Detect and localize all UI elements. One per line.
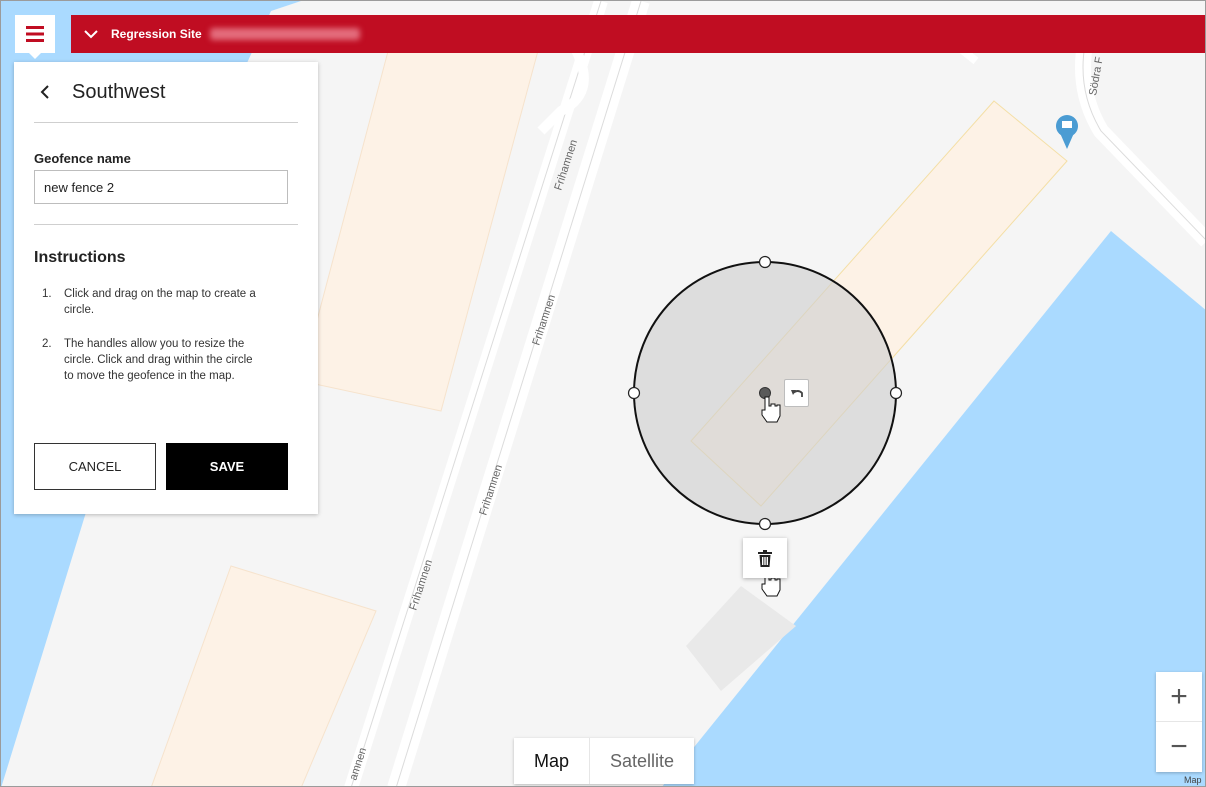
map-attribution[interactable]: Map — [1184, 775, 1202, 785]
undo-icon — [790, 390, 803, 397]
site-name-redacted — [209, 28, 360, 40]
chevron-left-icon — [40, 85, 49, 99]
trash-icon — [758, 549, 772, 567]
back-button[interactable] — [34, 77, 68, 107]
panel-title: Southwest — [72, 80, 166, 103]
panel-header: Southwest — [34, 62, 298, 123]
zoom-control: + − — [1156, 672, 1202, 772]
delete-geofence-button[interactable] — [743, 538, 787, 578]
instruction-text: Click and drag on the map to create a ci… — [64, 288, 256, 316]
site-selector-button[interactable] — [71, 15, 111, 53]
instruction-number: 2. — [42, 338, 52, 350]
geofence-name-label: Geofence name — [34, 151, 131, 166]
instruction-item: 2. The handles allow you to resize the c… — [34, 336, 298, 384]
action-buttons: CANCEL SAVE — [34, 443, 288, 490]
map-type-control: Map Satellite — [514, 738, 695, 784]
zoom-in-button[interactable]: + — [1156, 672, 1202, 722]
save-button[interactable]: SAVE — [166, 443, 288, 490]
site-header: Regression Site — [71, 15, 1205, 53]
app-window: Frihamnen Frihamnen Frihamnen Frihamnen … — [0, 0, 1206, 787]
divider — [34, 224, 298, 225]
geofence-editor-panel: Southwest Geofence name Instructions 1. … — [14, 62, 318, 514]
map-type-map-button[interactable]: Map — [514, 738, 589, 784]
instruction-text: The handles allow you to resize the circ… — [64, 338, 253, 382]
geofence-name-input[interactable] — [34, 170, 288, 204]
zoom-out-button[interactable]: − — [1156, 722, 1202, 772]
chevron-down-icon — [84, 30, 98, 39]
hamburger-icon — [26, 26, 44, 42]
instructions-list: 1. Click and drag on the map to create a… — [34, 286, 298, 384]
menu-button[interactable] — [15, 15, 55, 59]
resize-handle-top[interactable] — [758, 255, 772, 269]
resize-handle-right[interactable] — [889, 386, 903, 400]
resize-handle-left[interactable] — [627, 386, 641, 400]
resize-handle-bottom[interactable] — [758, 517, 772, 531]
instruction-item: 1. Click and drag on the map to create a… — [34, 286, 298, 318]
water-area — [1, 1, 301, 11]
cancel-button[interactable]: CANCEL — [34, 443, 156, 490]
site-name: Regression Site — [111, 27, 202, 41]
instruction-number: 1. — [42, 288, 52, 300]
map-type-satellite-button[interactable]: Satellite — [589, 738, 694, 784]
undo-button[interactable] — [784, 379, 809, 407]
instructions-title: Instructions — [34, 249, 126, 266]
